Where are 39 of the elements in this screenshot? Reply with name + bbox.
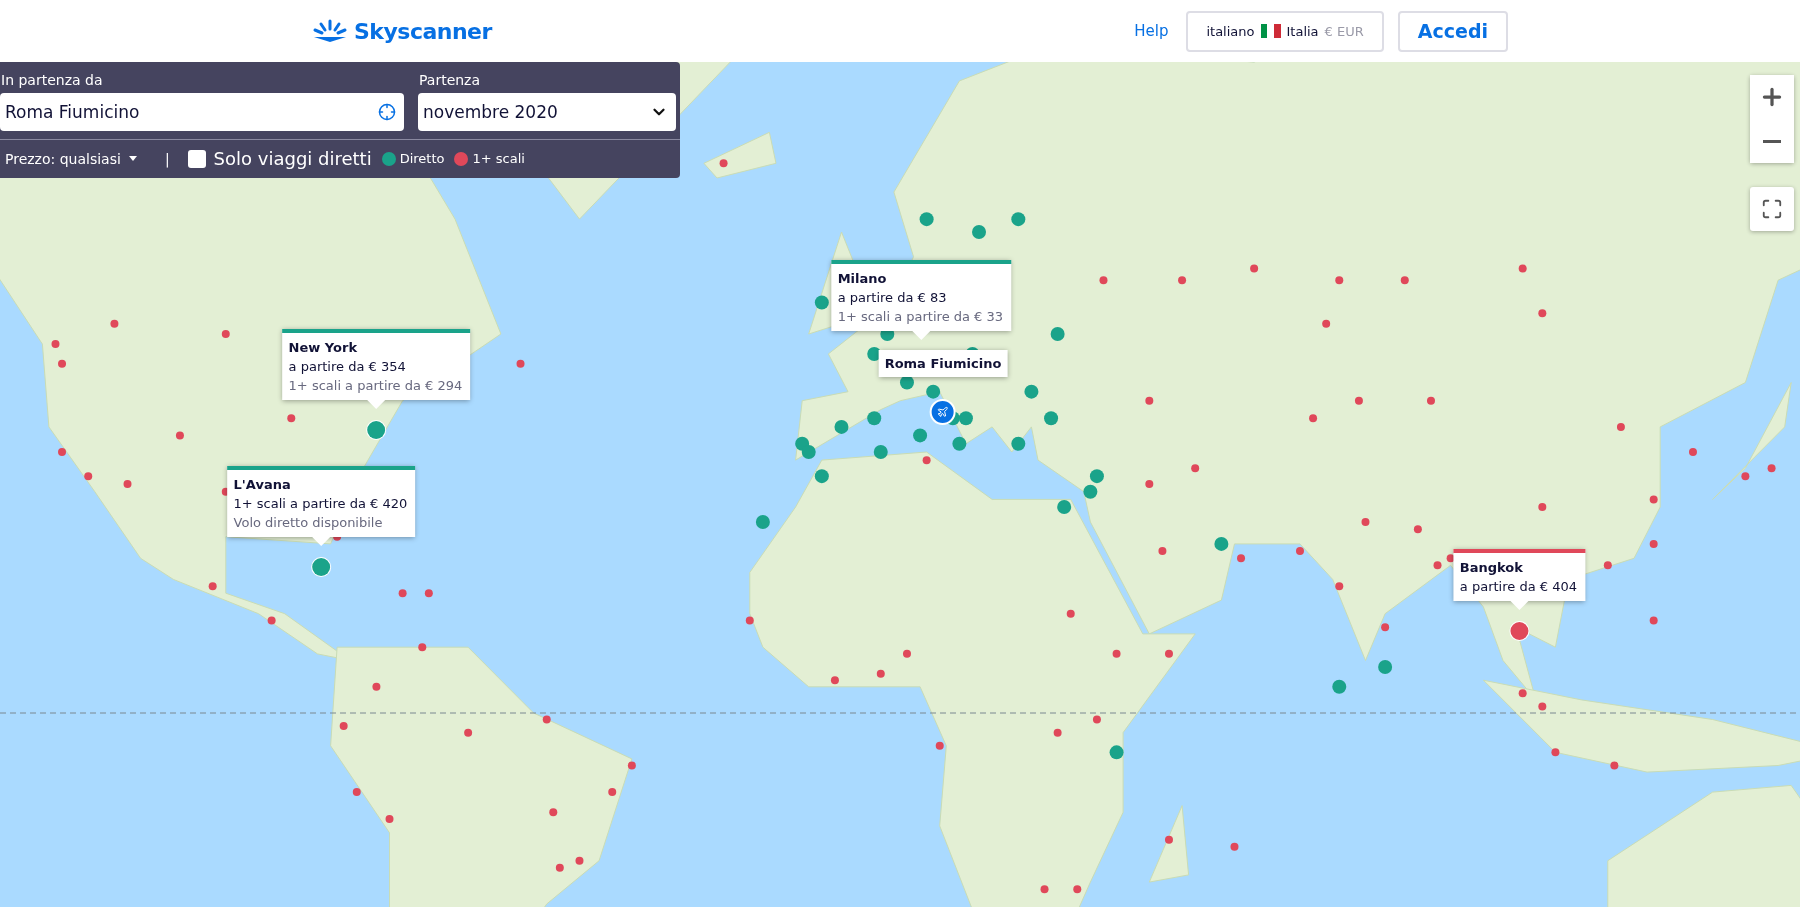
price-filter-dropdown[interactable]: Prezzo: qualsiasi — [5, 150, 137, 167]
price-text: a partire da € 404 — [1459, 579, 1577, 595]
destination-marker[interactable] — [312, 557, 331, 576]
destination-name: Bangkok — [1459, 560, 1524, 576]
sunrise-icon — [312, 19, 348, 43]
destination-name: L'Avana — [233, 476, 292, 492]
direct-only-checkbox[interactable] — [187, 149, 206, 168]
destination-marker[interactable] — [367, 420, 386, 439]
price-text: a partire da € 83 — [837, 290, 948, 305]
help-link[interactable]: Help — [1134, 22, 1169, 40]
legend-label: 1+ scali — [472, 151, 525, 166]
skyscanner-logo[interactable]: Skyscanner — [312, 18, 492, 44]
locale-button[interactable]: italiano Italia € EUR — [1186, 10, 1384, 52]
destination-marker[interactable] — [1510, 622, 1529, 641]
origin-map-label: Roma Fiumicino — [878, 350, 1008, 378]
price-text: a partire da € 354 — [288, 358, 407, 374]
direct-only-label: Solo viaggi diretti — [213, 148, 372, 169]
separator: | — [164, 150, 170, 167]
departure-label: Partenza — [418, 72, 482, 88]
location-icon[interactable] — [378, 103, 396, 121]
minus-icon — [1763, 139, 1781, 143]
zoom-out-button[interactable] — [1750, 119, 1794, 163]
departure-select[interactable]: novembre 2020 — [418, 93, 676, 131]
login-button[interactable]: Accedi — [1397, 10, 1508, 52]
caret-icon — [128, 156, 137, 161]
destination-name: New York — [288, 339, 359, 355]
destination-name: Milano — [837, 271, 888, 286]
price-text: Volo diretto disponibile — [233, 514, 384, 530]
price-text: 1+ scali a partire da € 420 — [233, 495, 408, 511]
zoom-in-button[interactable] — [1750, 75, 1794, 119]
price-text: 1+ scali a partire da € 33 — [837, 309, 1004, 324]
fullscreen-icon — [1761, 198, 1783, 220]
origin-field[interactable]: Roma Fiumicino — [0, 93, 404, 131]
origin-label: In partenza da — [0, 72, 104, 88]
plane-icon — [937, 406, 949, 419]
price-text: 1+ scali a partire da € 294 — [288, 377, 463, 393]
fullscreen-button[interactable] — [1750, 187, 1794, 231]
legend-label: Diretto — [399, 151, 445, 166]
flag-icon — [1260, 24, 1281, 38]
